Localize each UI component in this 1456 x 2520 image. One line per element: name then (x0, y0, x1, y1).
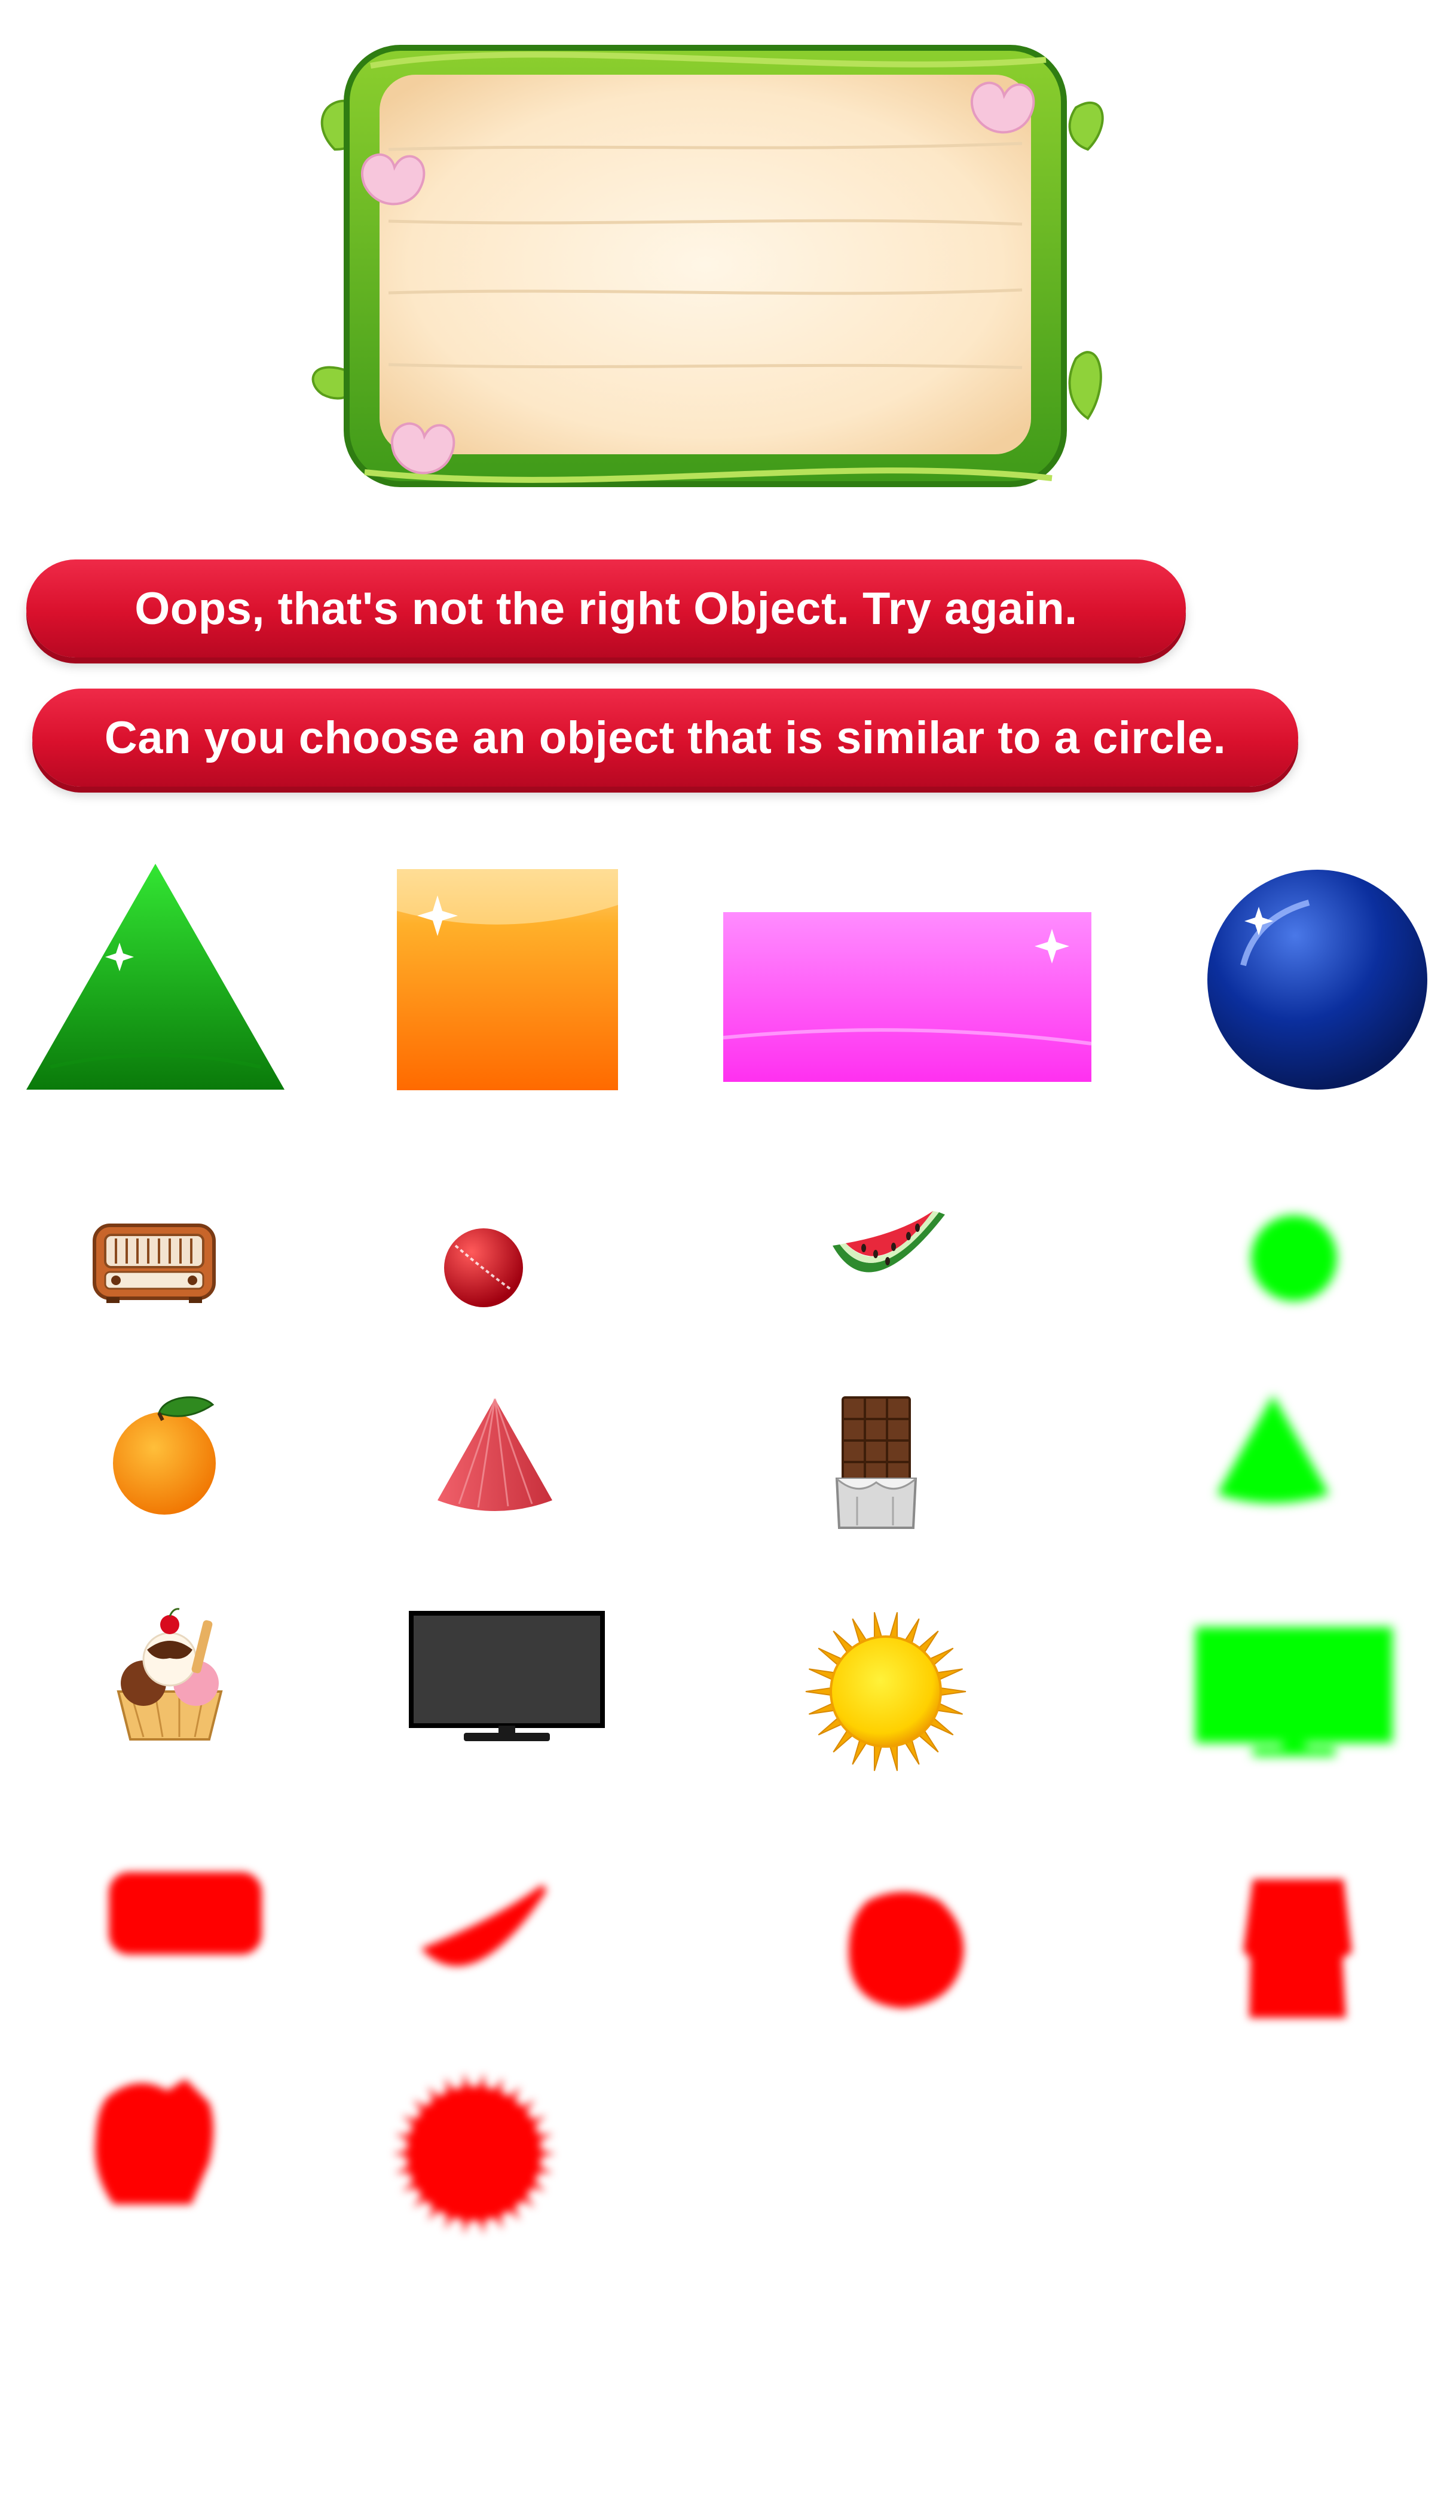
orange-silhouette[interactable] (844, 1883, 967, 2011)
feedback-message: Oops, that's not the right Object. Try a… (26, 559, 1186, 657)
radio-icon[interactable] (92, 1223, 216, 1304)
watermelon-silhouette[interactable] (418, 1883, 551, 1984)
watermelon-slice-icon[interactable] (828, 1210, 950, 1299)
green-cone-hint (1213, 1393, 1333, 1512)
question-message: Can you choose an object that is similar… (32, 689, 1298, 787)
feedback-text: Oops, that's not the right Object. Try a… (134, 583, 1078, 634)
cricket-ball-icon[interactable] (443, 1228, 524, 1308)
green-circle-hint (1249, 1213, 1339, 1303)
chocolate-bar-icon[interactable] (833, 1395, 919, 1530)
question-text: Can you choose an object that is similar… (104, 712, 1226, 763)
ice-cream-icon[interactable] (108, 1608, 232, 1742)
television-icon[interactable] (409, 1611, 605, 1745)
sun-silhouette[interactable] (392, 2072, 556, 2235)
sun-icon[interactable] (805, 1610, 967, 1773)
wooden-sign-board (299, 24, 1112, 514)
radio-silhouette[interactable] (106, 1870, 264, 1959)
party-hat-cone-icon[interactable] (436, 1398, 553, 1516)
orange-icon[interactable] (111, 1393, 218, 1516)
green-tv-hint (1193, 1625, 1395, 1760)
sphere-shape[interactable] (1207, 870, 1427, 1090)
chocolate-silhouette[interactable] (1241, 1874, 1354, 2023)
square-shape[interactable] (397, 869, 618, 1090)
ice-cream-silhouette[interactable] (90, 2073, 221, 2208)
rectangle-shape[interactable] (723, 912, 1092, 1082)
triangle-shape[interactable] (26, 864, 285, 1090)
